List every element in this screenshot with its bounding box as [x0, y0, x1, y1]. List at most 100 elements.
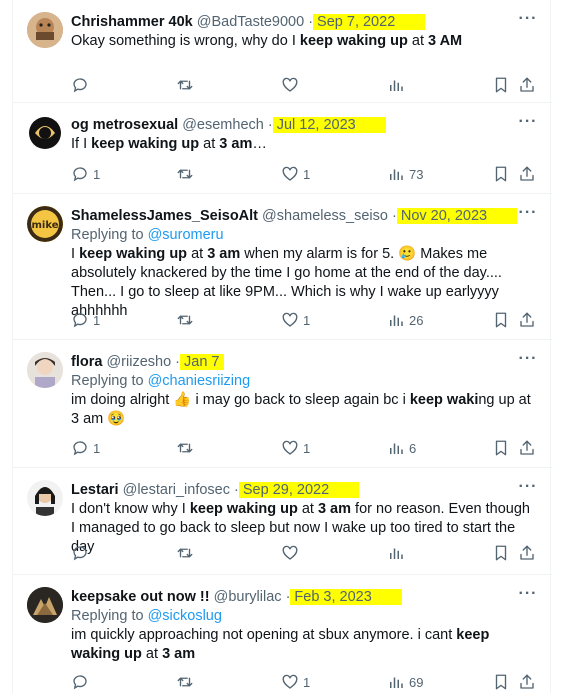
avatar[interactable] — [27, 587, 63, 623]
tweet[interactable]: keepsake out now !! @burylilac · Feb 3, 2… — [13, 575, 552, 693]
views-icon — [387, 311, 405, 329]
tweet-date[interactable]: Nov 20, 2023 — [396, 208, 518, 224]
more-icon[interactable]: ··· — [518, 11, 538, 32]
reply-icon — [71, 439, 89, 457]
retweet-icon — [176, 439, 194, 457]
tweet[interactable]: Lestari @lestari_infosec · Sep 29, 2022 ·… — [13, 468, 552, 575]
likes-count: 1 — [303, 312, 311, 328]
tweet-date[interactable]: Jan 7 — [180, 354, 224, 370]
reply-button[interactable] — [71, 75, 93, 95]
replying-to: Replying to @sickoslug — [71, 607, 538, 626]
retweet-button[interactable] — [176, 75, 198, 95]
views-icon — [387, 165, 405, 183]
avatar[interactable] — [27, 352, 63, 388]
views-button[interactable]: 6 — [387, 438, 416, 458]
more-icon[interactable]: ··· — [518, 205, 538, 226]
views-button[interactable] — [387, 75, 409, 95]
bookmark-button[interactable] — [492, 310, 510, 330]
bookmark-button[interactable] — [492, 543, 510, 563]
author-handle[interactable]: @shameless_seiso — [262, 208, 388, 224]
retweet-button[interactable] — [176, 164, 198, 184]
share-button[interactable] — [518, 672, 536, 692]
author-handle[interactable]: @BadTaste9000 — [197, 14, 304, 30]
like-button[interactable]: 1 — [281, 164, 310, 184]
author-name[interactable]: og metrosexual — [71, 117, 178, 133]
more-icon[interactable]: ··· — [518, 351, 538, 372]
author-handle[interactable]: @esemhech — [182, 117, 264, 133]
tweet[interactable]: mike ShamelessJames_SeisoAlt @shameless_… — [13, 194, 552, 340]
likes-count: 1 — [303, 674, 311, 690]
like-button[interactable]: 1 — [281, 310, 310, 330]
views-button[interactable] — [387, 543, 409, 563]
tweet-date[interactable]: Sep 7, 2022 — [313, 14, 426, 30]
tweet-text: Okay something is wrong, why do I keep w… — [71, 33, 463, 49]
author-handle[interactable]: @lestari_infosec — [123, 482, 230, 498]
views-button[interactable]: 73 — [387, 164, 423, 184]
retweet-button[interactable] — [176, 310, 198, 330]
like-icon — [281, 439, 299, 457]
tweet-date[interactable]: Feb 3, 2023 — [290, 589, 402, 605]
more-icon[interactable]: ··· — [518, 479, 538, 500]
share-button[interactable] — [518, 75, 536, 95]
author-handle[interactable]: @riizesho — [106, 354, 171, 370]
reply-button[interactable]: 1 — [71, 310, 100, 330]
bookmark-button[interactable] — [492, 672, 510, 692]
replying-to-handle[interactable]: @sickoslug — [148, 608, 222, 624]
more-icon[interactable]: ··· — [518, 114, 538, 135]
replying-to-handle[interactable]: @suromeru — [148, 227, 224, 243]
replying-to: Replying to @suromeru — [71, 226, 538, 245]
replying-to-handle[interactable]: @chaniesriizing — [148, 373, 251, 389]
author-handle[interactable]: @burylilac — [214, 589, 282, 605]
bookmark-icon — [492, 165, 510, 183]
avatar[interactable]: mike — [27, 206, 63, 242]
author-name[interactable]: Chrishammer 40k — [71, 14, 193, 30]
replying-to-label: Replying to — [71, 373, 144, 389]
likes-count: 1 — [303, 166, 311, 182]
like-button[interactable]: 1 — [281, 438, 310, 458]
like-button[interactable] — [281, 543, 303, 563]
tweet[interactable]: flora @riizesho · Jan 7 ··· Replying to @… — [13, 340, 552, 468]
bookmark-icon — [492, 673, 510, 691]
views-icon — [387, 673, 405, 691]
author-name[interactable]: keepsake out now !! — [71, 589, 210, 605]
tweet-date[interactable]: Sep 29, 2022 — [238, 482, 360, 498]
author-name[interactable]: flora — [71, 354, 102, 370]
reply-button[interactable] — [71, 672, 93, 692]
avatar[interactable] — [27, 12, 63, 48]
author-name[interactable]: Lestari — [71, 482, 119, 498]
like-icon — [281, 165, 299, 183]
bookmark-button[interactable] — [492, 164, 510, 184]
like-icon — [281, 76, 299, 94]
tweet-date[interactable]: Jul 12, 2023 — [272, 117, 386, 133]
retweet-button[interactable] — [176, 438, 198, 458]
tweet[interactable]: og metrosexual @esemhech · Jul 12, 2023 ·… — [13, 103, 552, 194]
share-button[interactable] — [518, 310, 536, 330]
bookmark-button[interactable] — [492, 438, 510, 458]
reply-button[interactable]: 1 — [71, 438, 100, 458]
like-button[interactable]: 1 — [281, 672, 310, 692]
reply-button[interactable]: 1 — [71, 164, 100, 184]
tweet-actions: 1 1 73 — [71, 164, 538, 184]
like-button[interactable] — [281, 75, 303, 95]
share-button[interactable] — [518, 543, 536, 563]
more-icon[interactable]: ··· — [518, 586, 538, 607]
bookmark-icon — [492, 76, 510, 94]
reply-button[interactable] — [71, 543, 93, 563]
share-button[interactable] — [518, 438, 536, 458]
reply-icon — [71, 673, 89, 691]
avatar[interactable] — [27, 115, 63, 151]
views-icon — [387, 439, 405, 457]
views-button[interactable]: 69 — [387, 672, 423, 692]
tweet[interactable]: Chrishammer 40k @BadTaste9000 · Sep 7, 20… — [13, 0, 552, 103]
bookmark-icon — [492, 439, 510, 457]
views-button[interactable]: 26 — [387, 310, 423, 330]
avatar[interactable] — [27, 480, 63, 516]
share-icon — [518, 439, 536, 457]
views-count: 6 — [409, 440, 417, 456]
retweet-button[interactable] — [176, 672, 198, 692]
retweet-button[interactable] — [176, 543, 198, 563]
bookmark-button[interactable] — [492, 75, 510, 95]
share-button[interactable] — [518, 164, 536, 184]
separator-dot: · — [267, 117, 273, 133]
author-name[interactable]: ShamelessJames_SeisoAlt — [71, 208, 258, 224]
